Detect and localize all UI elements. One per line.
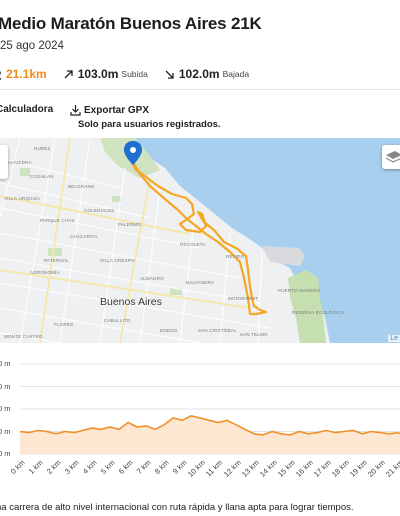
ascent-value: 103.0m [77, 67, 119, 81]
descent-unit: Bajada [222, 69, 250, 79]
arrow-up-right-icon [64, 69, 73, 78]
map-label-belgrano: BELGRANO [68, 184, 95, 189]
stats-bar: 21.1km 103.0m Subida 102.0m Bajada [0, 66, 265, 82]
map-label-villa-crespo: VILLA CRESPO [100, 258, 135, 263]
map-label-paternal: PATERNAL [44, 258, 69, 263]
ascent-unit: Subida [121, 69, 148, 79]
map-label-recoleta: RECOLETA [180, 242, 206, 247]
distance-value: 21.1km [6, 67, 47, 81]
map-label-san-telmo: SAN TELMO [240, 332, 268, 337]
y-tick-label: 0 m [0, 381, 11, 391]
map-label-san-cristobal: SAN CRISTÓBAL [198, 328, 237, 333]
map-label-balvanera: BALVANERA [186, 280, 215, 285]
gpx-note: Solo para usuarios registrados. [78, 119, 221, 130]
map-label-chacarita: CHACARITA [70, 234, 98, 239]
download-icon [70, 105, 81, 116]
map-label-agronomia: AGRONOMÍA [30, 270, 60, 275]
park-small-3 [20, 168, 30, 176]
race-title: Medio Maratón Buenos Aires 21K [0, 14, 262, 33]
map-label-villa-urquiza: VILLA URQUIZA [4, 196, 41, 201]
map-label-nunez: NUÑEZ [34, 146, 51, 151]
map-label-palermo: PALERMO [118, 222, 142, 227]
city-label: Buenos Aires [100, 296, 162, 308]
arrow-down-right-icon [165, 70, 174, 79]
race-date: 25 ago 2024 [0, 40, 64, 52]
elevation-area [20, 415, 400, 454]
y-tick-label: 0 m [0, 359, 11, 368]
map-label-caballito: CABALLITO [104, 318, 131, 323]
map-label-retiro: RETIRO [226, 254, 245, 259]
layers-button[interactable] [382, 145, 400, 169]
y-tick-label: 0 m [0, 426, 11, 436]
map-label-colegiales: COLEGIALES [84, 208, 115, 213]
ascent-stat: 103.0m Subida [63, 67, 148, 81]
descent-value: 102.0m [178, 67, 220, 81]
map-label-saavedra: SAAVEDRA [6, 160, 32, 165]
y-tick-label: 0 m [0, 449, 11, 458]
y-tick-label: 0 m [0, 404, 11, 413]
export-gpx-button[interactable]: Exportar GPX [70, 104, 149, 116]
distance-stat: 21.1km [0, 67, 47, 81]
map-label-monte-castro: MONTE CASTRO [4, 334, 43, 339]
map-label-puerto-madero: PUERTO MADERO [278, 288, 321, 293]
map-label-boedo: BOEDO [160, 328, 178, 333]
layers-icon [385, 151, 400, 163]
map-label-parque-chas: PARQUE CHAS [40, 218, 75, 223]
map-attribution[interactable]: Le [388, 335, 400, 342]
elevation-chart: 0 m0 m0 m0 m0 m 0 km 1 km 2 km 3 km 4 km 5 km… [0, 352, 400, 482]
export-gpx-label: Exportar GPX [84, 104, 150, 116]
descent-stat: 102.0m Bajada [164, 67, 249, 81]
park-small-2 [48, 248, 62, 256]
route-map[interactable]: NUÑEZ SAAVEDRA COGHLAN BELGRANO VILLA UR… [0, 138, 400, 343]
map-label-flores: FLORES [54, 322, 74, 327]
race-description: na carrera de alto nivel internacional c… [0, 502, 354, 513]
map-label-monserrat: MONSERRAT [228, 296, 259, 301]
map-label-coghlan: COGHLAN [30, 174, 54, 179]
map-label-almagro: ALMAGRO [140, 276, 164, 281]
calculator-button[interactable]: Calculadora [0, 104, 53, 115]
route-icon [0, 71, 2, 80]
port-docks [262, 246, 305, 266]
map-label-reserva: RESERVA ECOLÓGICA [292, 310, 345, 315]
divider [0, 89, 400, 90]
actions-row: Calculadora Exportar GPX Solo para usuar… [0, 104, 400, 132]
zoom-control[interactable] [0, 145, 8, 179]
